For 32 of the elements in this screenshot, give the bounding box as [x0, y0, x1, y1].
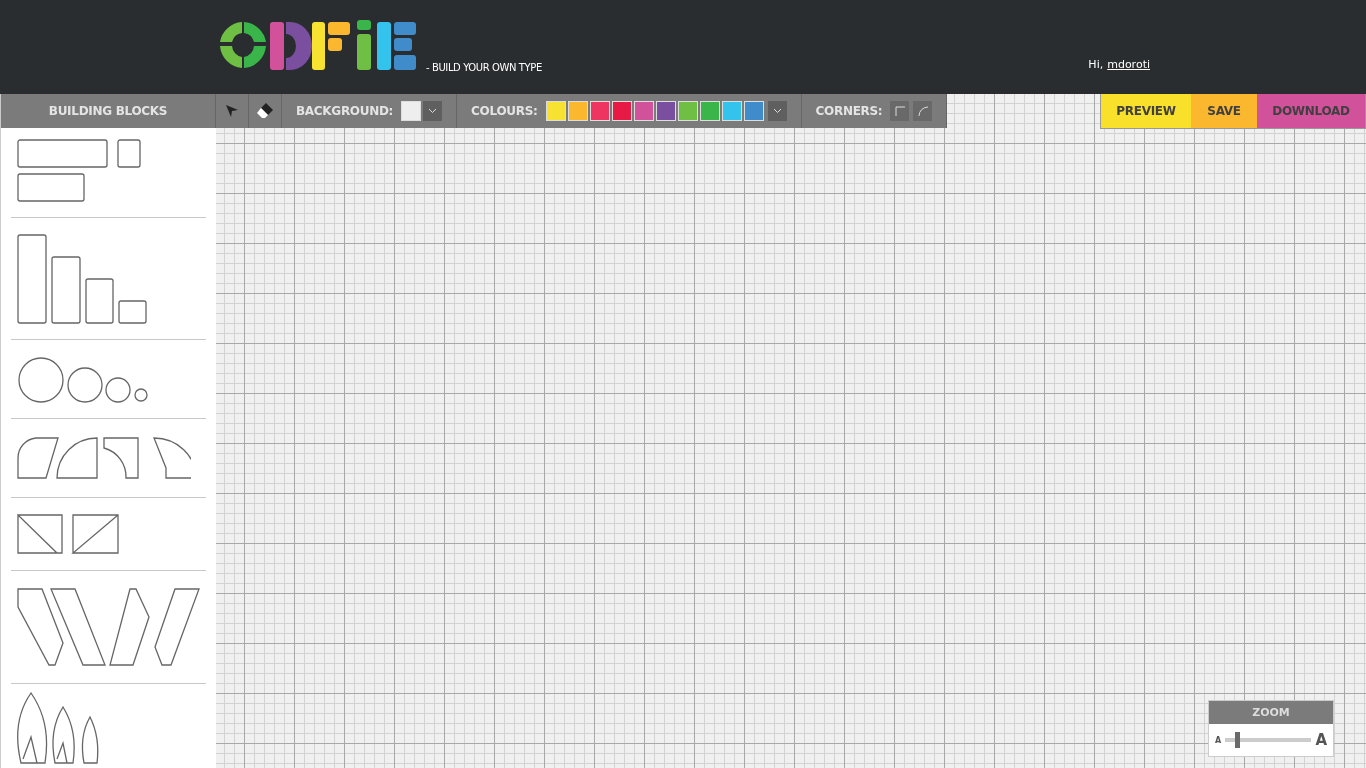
colour-swatch[interactable] [721, 101, 742, 121]
square-corner-icon [894, 106, 905, 116]
zoom-title: ZOOM [1209, 701, 1333, 724]
small-a-label: A [1215, 735, 1222, 745]
colour-swatch[interactable] [589, 101, 610, 121]
colours-label: COLOURS: [471, 104, 538, 118]
round-corner-icon [917, 106, 928, 116]
chevron-icon [772, 108, 782, 114]
colour-swatch[interactable] [699, 101, 720, 121]
colour-swatch[interactable] [567, 101, 588, 121]
round-corner-button[interactable] [913, 101, 933, 121]
action-button[interactable]: PREVIEW [1101, 94, 1191, 128]
colour-swatch[interactable] [743, 101, 764, 121]
chevron-icon [428, 108, 438, 114]
large-a-label: A [1315, 731, 1327, 749]
background-label: BACKGROUND: [296, 104, 394, 118]
pointer-icon [225, 104, 239, 118]
square-corner-button[interactable] [890, 101, 910, 121]
zoom-thumb[interactable] [1234, 732, 1240, 748]
colour-swatch[interactable] [655, 101, 676, 121]
colour-swatch[interactable] [677, 101, 698, 121]
corners-label: CORNERS: [815, 104, 883, 118]
eraser-icon [256, 102, 274, 120]
action-button[interactable]: SAVE [1191, 94, 1257, 128]
colour-swatch[interactable] [611, 101, 632, 121]
tagline: - BUILD YOUR OWN TYPE [426, 62, 542, 73]
username-link[interactable]: mdoroti [1107, 58, 1150, 71]
sidebar-title: BUILDING BLOCKS [1, 94, 216, 128]
colour-swatch[interactable] [545, 101, 566, 121]
colour-swatch[interactable] [633, 101, 654, 121]
greeting: Hi, [1088, 58, 1104, 71]
grid-canvas[interactable]: BACKGROUND: COLOURS: CORNERS: PREVIEW SAVE DOWNLOAD ZOOM A A [216, 94, 1366, 768]
